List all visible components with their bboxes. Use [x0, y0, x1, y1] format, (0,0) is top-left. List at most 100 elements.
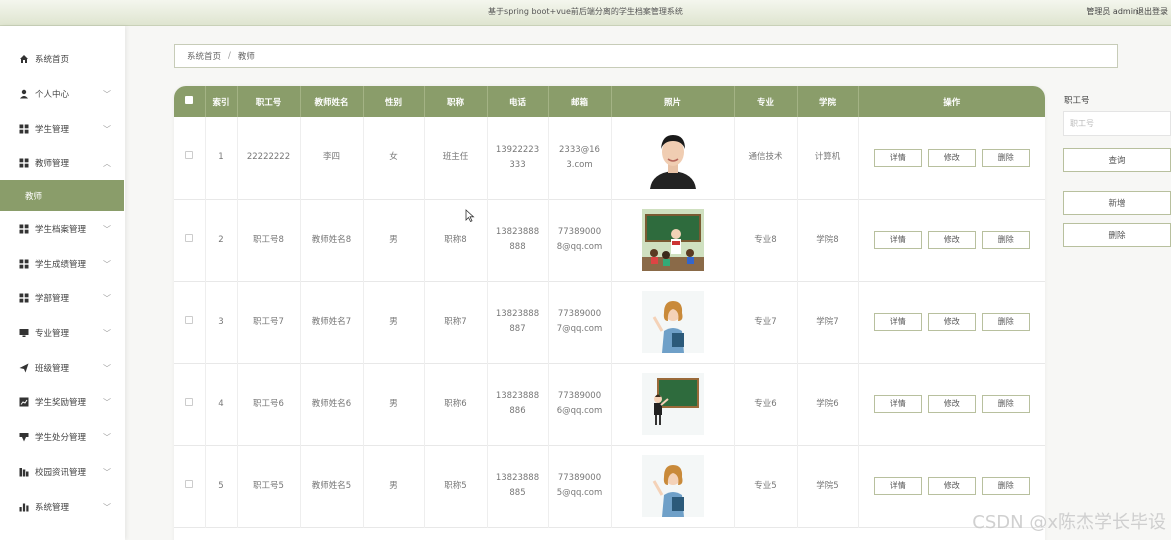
chevron-down-icon: ﹀: [103, 467, 111, 477]
title-cell: 班主任: [424, 117, 488, 199]
sidebar-item-teachers[interactable]: 教师管理 ︿: [0, 146, 125, 180]
logout-link[interactable]: 退出登录: [1136, 6, 1168, 17]
teacher-photo: [641, 126, 704, 189]
photo-cell: [611, 363, 735, 445]
email-text: 773890007@qq.com: [556, 309, 603, 334]
select-all-checkbox[interactable]: [185, 96, 194, 104]
detail-button[interactable]: 详情: [873, 395, 922, 413]
breadcrumb-current: 教师: [237, 52, 255, 62]
job-no-cell: 22222222: [237, 117, 301, 199]
sidebar-subitem-teacher[interactable]: 教师: [0, 180, 124, 211]
query-button[interactable]: 查询: [1063, 148, 1171, 172]
chevron-up-icon: ︿: [103, 158, 111, 168]
column-header: 专业: [734, 86, 798, 117]
column-header: 照片: [611, 86, 735, 117]
delete-button[interactable]: 删除: [981, 148, 1030, 167]
sidebar-item-classes[interactable]: 班级管理 ﹀: [0, 351, 125, 385]
chevron-down-icon: ﹀: [103, 502, 111, 512]
detail-button[interactable]: 详情: [873, 148, 922, 167]
gender-cell: 男: [363, 281, 425, 363]
teacher-photo: [641, 291, 704, 353]
select-all-header: [174, 86, 206, 117]
title-cell: 职称8: [424, 199, 488, 281]
add-button[interactable]: 新增: [1063, 191, 1171, 215]
column-header: 操作: [943, 97, 961, 108]
app-title: 基于spring boot+vue前后端分离的学生档案管理系统: [488, 7, 683, 16]
job-number-search-input[interactable]: [1063, 111, 1171, 136]
row-select-cell: [174, 281, 206, 363]
user-icon: [19, 89, 29, 99]
sidebar-item-label: 专业管理: [35, 329, 70, 339]
detail-button[interactable]: 详情: [873, 231, 922, 249]
row-checkbox[interactable]: [185, 315, 194, 324]
delete-button[interactable]: 删除: [981, 231, 1030, 249]
chevron-down-icon: ﹀: [103, 224, 111, 234]
gender-cell: 男: [363, 199, 425, 281]
sidebar-item-label: 个人中心: [35, 90, 70, 100]
edit-button[interactable]: 修改: [927, 313, 976, 331]
sidebar-item-profile[interactable]: 个人中心 ﹀: [0, 77, 125, 111]
sidebar: 系统首页 个人中心 ﹀ 学生管理 ﹀ 教师管理 ︿ 教师 学生档案管理 ﹀ 学生…: [0, 26, 125, 540]
chart-icon: [19, 397, 29, 407]
sidebar-item-home[interactable]: 系统首页: [0, 42, 125, 76]
college-cell: 学院8: [797, 199, 859, 281]
delete-button[interactable]: 删除: [981, 313, 1030, 331]
sidebar-item-news[interactable]: 校园资讯管理 ﹀: [0, 455, 125, 489]
column-header: 职称: [424, 86, 488, 117]
table-row: 2 职工号8 教师姓名8 男职称8 13823888888 773890008@qq.co…: [174, 199, 1045, 281]
sidebar-item-label: 系统首页: [35, 55, 70, 65]
gender-cell: 男: [363, 363, 425, 445]
sidebar-item-students[interactable]: 学生管理 ﹀: [0, 112, 125, 146]
breadcrumb-separator: /: [228, 51, 231, 61]
chevron-down-icon: ﹀: [103, 328, 111, 338]
chevron-down-icon: ﹀: [103, 397, 111, 407]
stats-icon: [19, 502, 29, 512]
sidebar-item-punishments[interactable]: 学生处分管理 ﹀: [0, 420, 125, 454]
detail-button[interactable]: 详情: [873, 477, 922, 495]
name-cell: 教师姓名5: [300, 445, 364, 527]
sidebar-item-label: 学生档案管理: [35, 225, 87, 235]
chevron-down-icon: ﹀: [103, 293, 111, 303]
phone-text: 13823888885: [495, 473, 540, 498]
edit-button[interactable]: 修改: [927, 148, 976, 167]
delete-button[interactable]: 删除: [981, 477, 1030, 495]
edit-button[interactable]: 修改: [927, 395, 976, 413]
title-cell: 职称6: [424, 363, 488, 445]
major-cell: 专业5: [734, 445, 798, 527]
index-cell: 5: [205, 445, 238, 527]
name-cell: 李四: [300, 117, 364, 199]
index-cell: 3: [205, 281, 238, 363]
detail-button[interactable]: 详情: [873, 313, 922, 331]
sidebar-item-label: 教师管理: [35, 159, 70, 169]
row-checkbox[interactable]: [185, 397, 194, 406]
row-checkbox[interactable]: [185, 233, 194, 242]
phone-text: 13922223333: [495, 144, 540, 170]
column-header: 索引: [205, 86, 238, 117]
edit-button[interactable]: 修改: [927, 477, 976, 495]
actions-cell: 详情 修改 删除: [858, 117, 1045, 199]
photo-cell: [611, 199, 735, 281]
sidebar-item-majors[interactable]: 专业管理 ﹀: [0, 316, 125, 350]
breadcrumb-home[interactable]: 系统首页: [187, 50, 221, 62]
sidebar-item-grades[interactable]: 学生成绩管理 ﹀: [0, 247, 125, 281]
phone-text: 13823888888: [495, 227, 540, 252]
sidebar-item-student-archives[interactable]: 学生档案管理 ﹀: [0, 212, 125, 246]
phone-cell: 13823888886: [487, 363, 549, 445]
sidebar-item-label: 学生成绩管理: [35, 260, 87, 270]
row-checkbox[interactable]: [185, 151, 194, 160]
bulk-delete-button[interactable]: 删除: [1063, 223, 1171, 247]
sidebar-item-rewards[interactable]: 学生奖励管理 ﹀: [0, 385, 125, 419]
name-cell: 教师姓名8: [300, 199, 364, 281]
filter-icon: [19, 432, 29, 442]
email-text: 2333@163.com: [559, 144, 600, 170]
delete-button[interactable]: 删除: [981, 395, 1030, 413]
sidebar-item-departments[interactable]: 学部管理 ﹀: [0, 281, 125, 315]
edit-button[interactable]: 修改: [927, 231, 976, 249]
sidebar-item-label: 系统管理: [35, 503, 70, 513]
sidebar-item-system[interactable]: 系统管理 ﹀: [0, 490, 125, 524]
email-text: 773890005@qq.com: [556, 473, 603, 498]
sidebar-item-label: 学部管理: [35, 294, 70, 304]
row-checkbox[interactable]: [185, 479, 194, 488]
job-no-cell: 职工号5: [237, 445, 301, 527]
title-cell: 职称7: [424, 281, 488, 363]
